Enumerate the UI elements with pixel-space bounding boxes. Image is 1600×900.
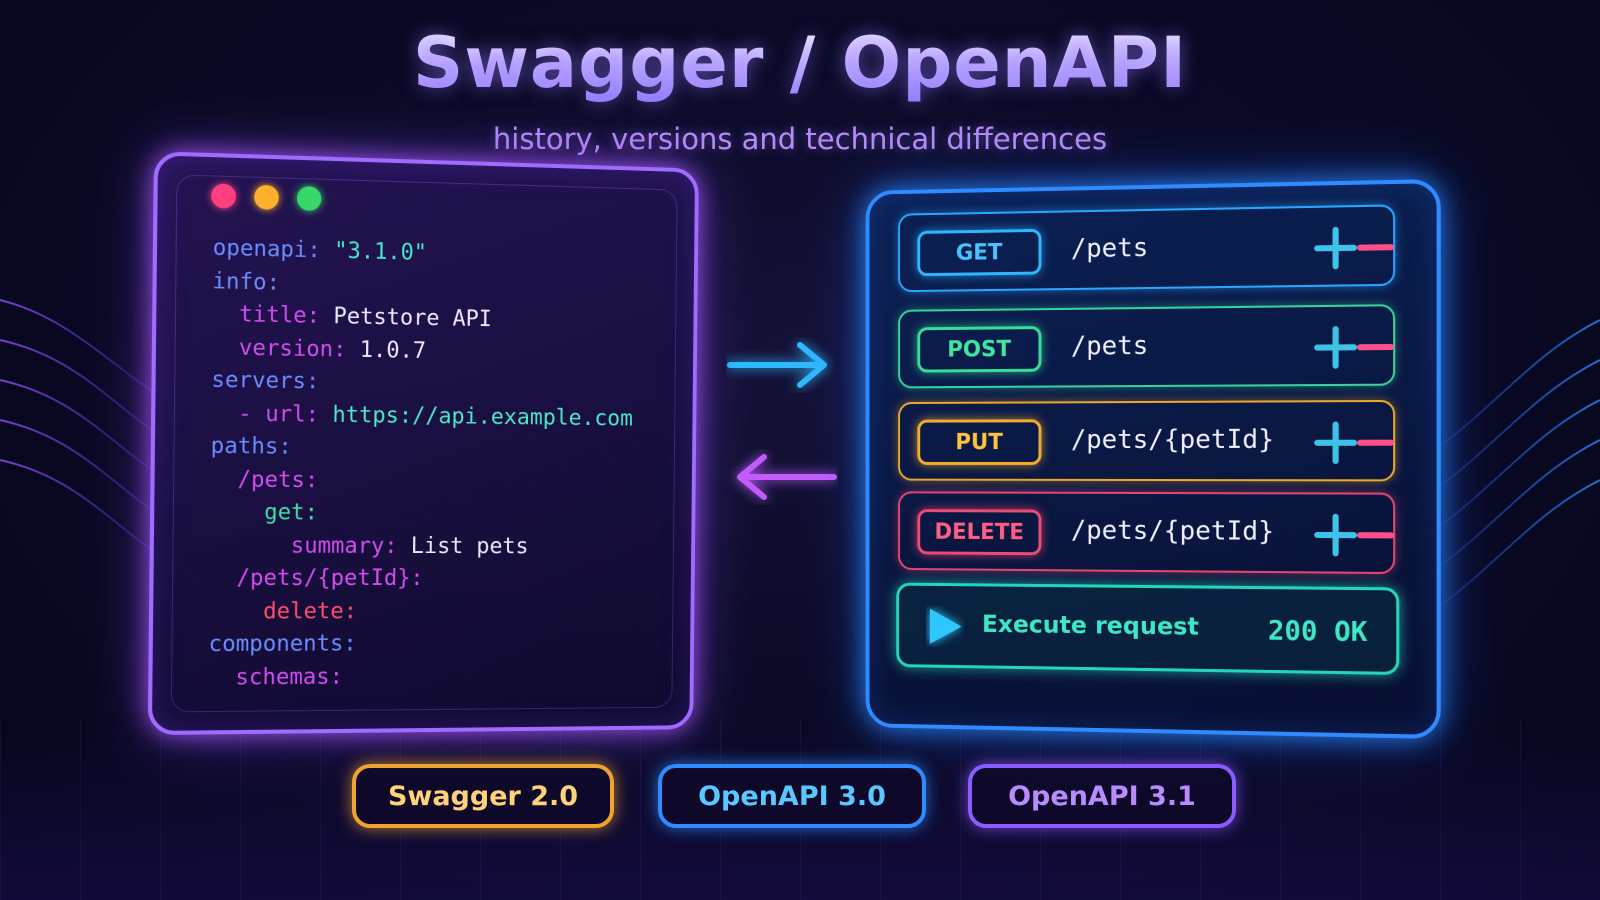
code-indent <box>209 566 236 591</box>
code-indent <box>208 665 235 691</box>
endpoint-path: /pets/{petId} <box>1071 516 1274 547</box>
code-indent <box>210 500 264 526</box>
code-indent <box>211 401 238 427</box>
code-value: List pets <box>397 533 528 558</box>
endpoint-path: /pets <box>1071 331 1148 362</box>
code-key: /pets: <box>237 467 318 493</box>
window-controls <box>211 184 321 211</box>
maximize-dot-icon[interactable] <box>297 186 322 211</box>
code-key: schemas: <box>235 664 343 690</box>
close-dot-icon[interactable] <box>211 184 236 209</box>
code-value: Petstore API <box>320 304 492 332</box>
code-line: /pets/{petId}: <box>209 563 631 596</box>
arrow-left-icon <box>726 449 838 505</box>
code-line: - url: https://api.example.com <box>211 397 633 435</box>
code-line: schemas: <box>208 659 630 694</box>
method-badge-get: GET <box>917 229 1041 276</box>
code-key: openapi: <box>213 235 321 263</box>
play-icon <box>926 606 965 648</box>
code-key: paths: <box>211 434 292 460</box>
endpoint-delete-pet[interactable]: DELETE /pets/{petId} <box>898 491 1395 574</box>
page-subtitle: history, versions and technical differen… <box>0 122 1600 156</box>
page-title: Swagger / OpenAPI <box>0 22 1600 104</box>
response-status: 200 OK <box>1268 615 1368 648</box>
code-indent <box>209 533 290 559</box>
plus-minus-icon[interactable] <box>1313 513 1395 558</box>
code-value: "3.1.0" <box>321 238 428 266</box>
code-key: servers: <box>211 367 319 394</box>
version-pill-openapi-3-0[interactable]: OpenAPI 3.0 <box>658 764 926 828</box>
code-line: components: <box>208 627 630 661</box>
code-key: components: <box>208 631 356 657</box>
code-line: delete: <box>209 595 631 628</box>
yaml-code-block: openapi: "3.1.0" info: title: Petstore AP… <box>208 232 635 694</box>
code-indent <box>210 467 237 493</box>
method-badge-delete: DELETE <box>917 509 1041 555</box>
code-key: /pets/{petId}: <box>236 566 423 591</box>
endpoint-get-pets[interactable]: GET /pets <box>898 204 1395 292</box>
endpoint-path: /pets/{petId} <box>1071 425 1274 455</box>
endpoint-put-pet[interactable]: PUT /pets/{petId} <box>898 400 1395 481</box>
plus-minus-icon[interactable] <box>1313 225 1395 271</box>
code-key: info: <box>212 268 280 295</box>
plus-minus-icon[interactable] <box>1313 420 1395 465</box>
endpoint-path: /pets <box>1071 233 1148 264</box>
code-key: delete: <box>263 599 357 624</box>
code-line: servers: <box>211 364 633 403</box>
code-value: https://api.example.com <box>319 402 633 431</box>
code-key: - url: <box>238 401 319 427</box>
code-key: version: <box>239 335 347 362</box>
code-key: title: <box>239 302 320 329</box>
code-value: 1.0.7 <box>346 337 426 363</box>
code-key: summary: <box>291 533 398 558</box>
execute-label: Execute request <box>982 610 1199 641</box>
arrow-right-icon <box>726 337 838 393</box>
method-badge-post: POST <box>917 326 1041 372</box>
swagger-ui-panel: GET /pets POST /pets PUT /pets/{petId} D… <box>866 179 1441 739</box>
version-pill-openapi-3-1[interactable]: OpenAPI 3.1 <box>968 764 1236 828</box>
code-indent <box>212 301 239 327</box>
plus-minus-icon[interactable] <box>1313 325 1395 370</box>
method-badge-put: PUT <box>917 419 1041 465</box>
minimize-dot-icon[interactable] <box>254 185 279 210</box>
code-key: get: <box>264 500 318 526</box>
code-indent <box>209 599 263 624</box>
execute-request-button[interactable]: Execute request 200 OK <box>896 583 1399 675</box>
version-pill-swagger-2-0[interactable]: Swagger 2.0 <box>352 764 614 828</box>
code-line: get: <box>210 497 632 532</box>
endpoint-post-pets[interactable]: POST /pets <box>898 304 1395 388</box>
yaml-code-window: openapi: "3.1.0" info: title: Petstore AP… <box>148 151 699 735</box>
code-line: paths: <box>210 430 632 467</box>
code-indent <box>212 334 239 360</box>
code-line: /pets: <box>210 464 632 500</box>
code-line: summary: List pets <box>209 530 631 564</box>
